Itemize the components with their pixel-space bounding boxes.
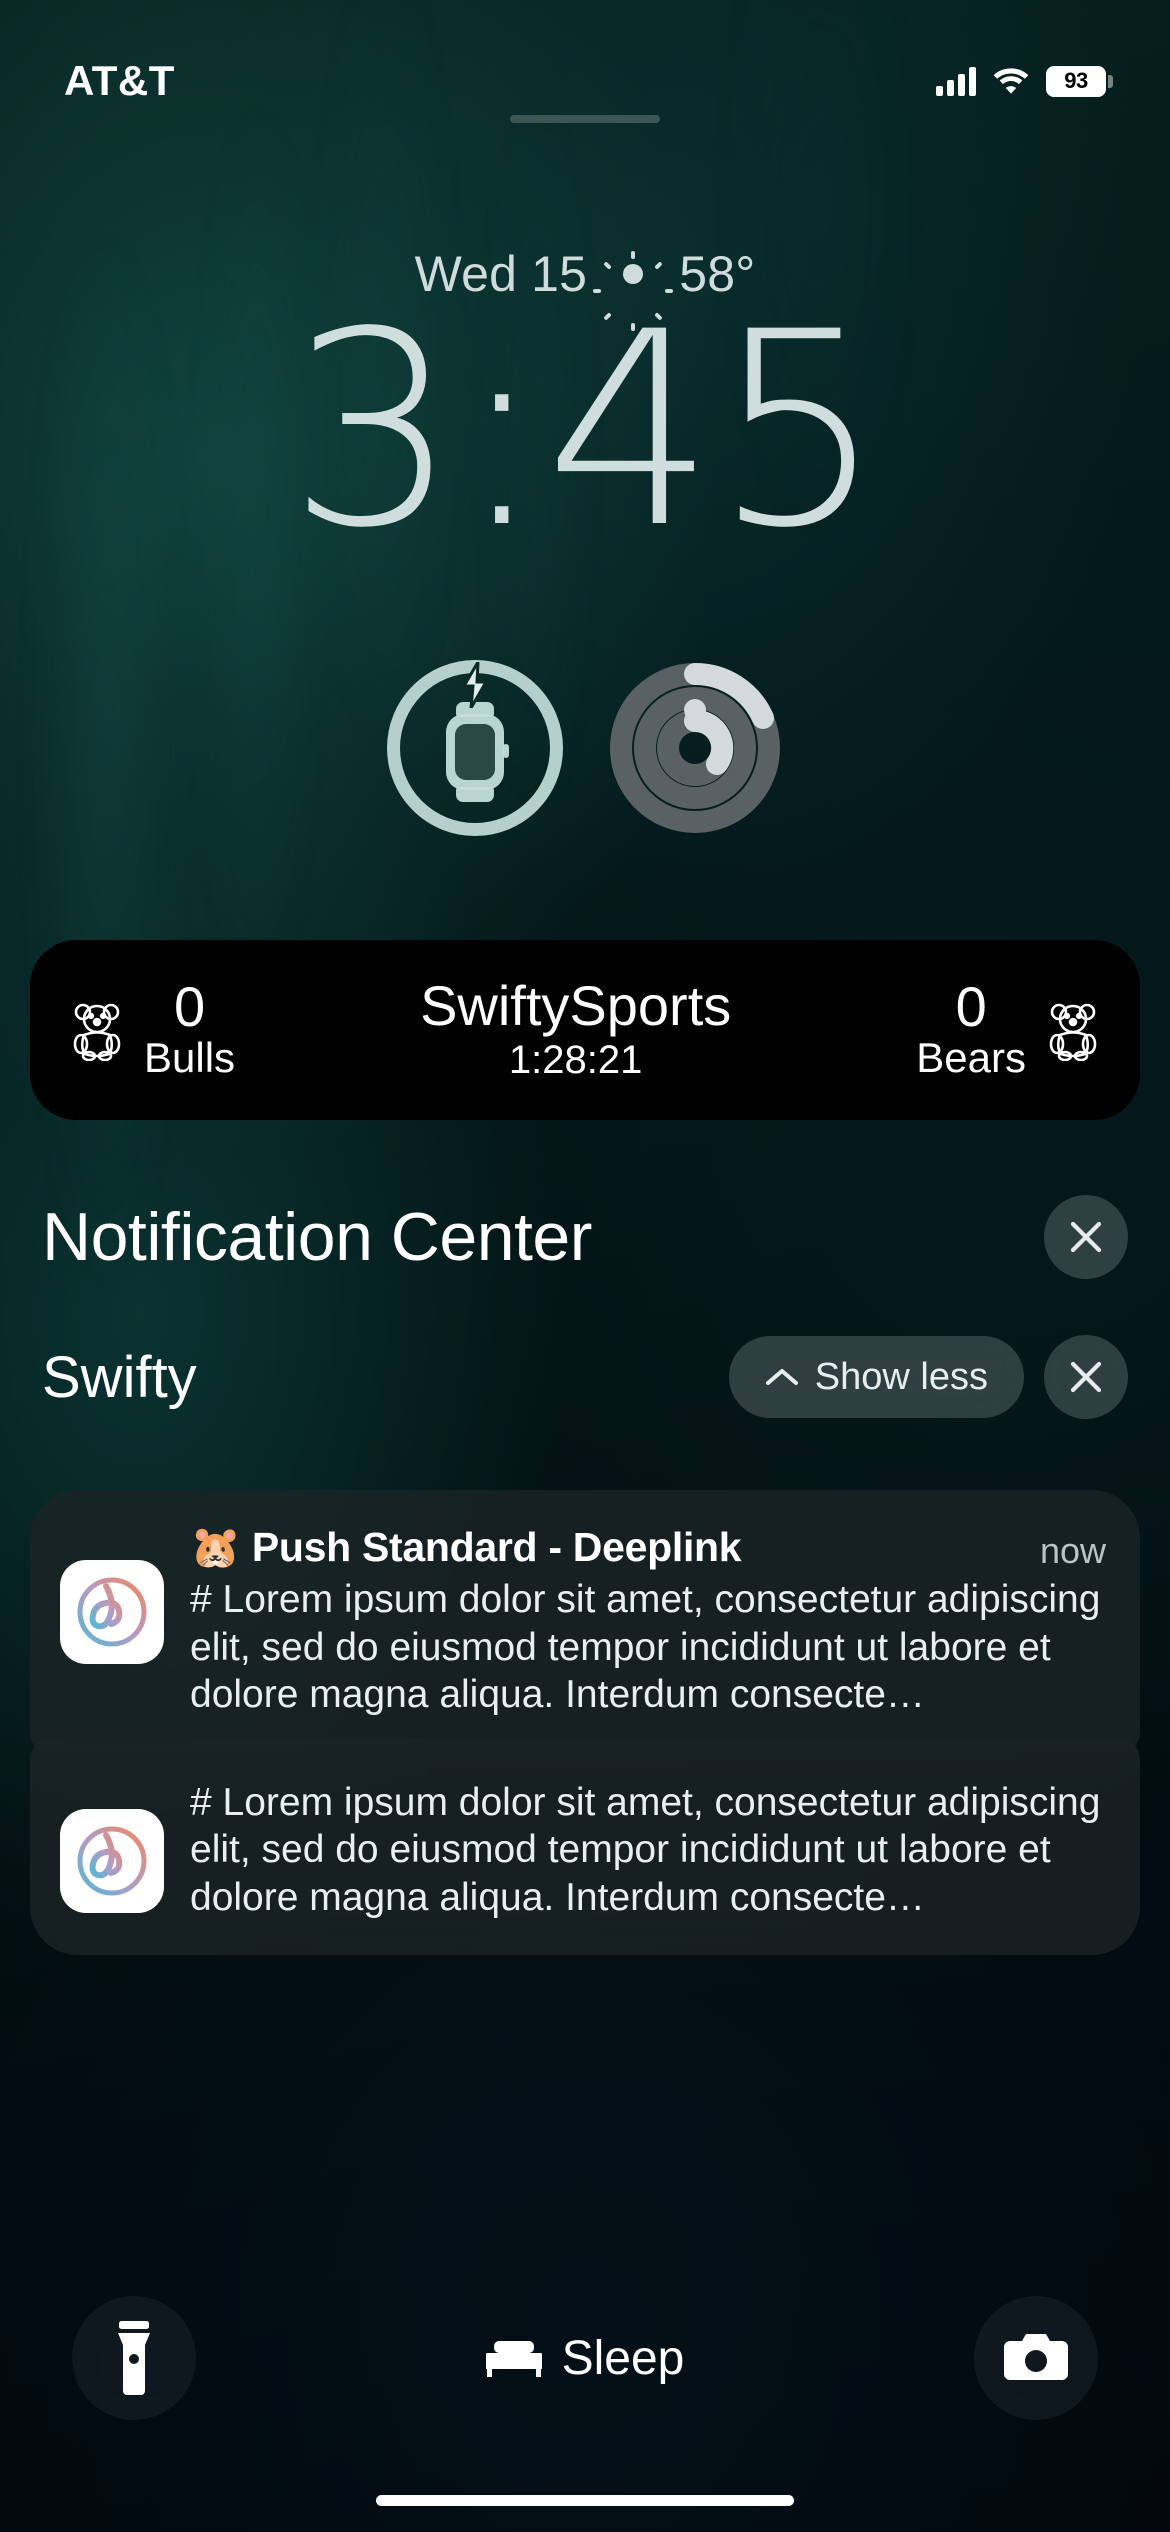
clear-group-button[interactable] [1044,1335,1128,1419]
notification-group-title: Swifty [42,1344,197,1410]
notification-center-header: Notification Center [0,1195,1170,1279]
flashlight-button[interactable] [72,2296,196,2420]
bottom-controls: Sleep [0,2296,1170,2420]
home-team-name: Bulls [144,1034,236,1082]
notification-content: # Lorem ipsum dolor sit amet, consectetu… [190,1773,1106,1922]
chevron-up-icon [765,1369,798,1385]
dynamic-island-indicator [510,115,660,123]
activity-rings-widget[interactable] [607,660,783,836]
watch-charging-icon [446,713,509,790]
charging-bolt-icon [461,662,489,708]
focus-status[interactable]: Sleep [485,2331,685,2386]
clear-all-notifications-button[interactable] [1044,1195,1128,1279]
sun-icon [593,250,674,331]
notification-group-header: Swifty Show less [0,1335,1170,1419]
clock-time: 3:45 [288,275,884,587]
notification-stack: 🐹 Push Standard - Deeplink now # Lorem i… [30,1490,1140,1956]
page-title: Notification Center [42,1199,592,1275]
watch-battery-widget[interactable] [387,660,563,836]
notification-top-row: 🐹 Push Standard - Deeplink now [190,1524,1106,1572]
live-activity-banner[interactable]: 0 Bulls SwiftySports 1:28:21 0 Bears [30,940,1140,1120]
notification-item[interactable]: 🐹 Push Standard - Deeplink now # Lorem i… [30,1490,1140,1753]
widget-row [0,660,1170,836]
flashlight-icon [118,2321,150,2395]
live-activity-away: 0 Bears [916,978,1104,1081]
show-less-label: Show less [814,1355,988,1398]
away-score: 0 [955,975,987,1039]
live-activity-timer: 1:28:21 [508,1037,643,1082]
away-team-name: Bears [916,1034,1026,1082]
activity-rings-icon [610,662,780,833]
cellular-bars-icon [936,66,976,96]
away-team-block: 0 Bears [916,978,1026,1081]
camera-button[interactable] [973,2296,1098,2420]
lock-screen: AT&T 93 Wed 15 58° 3:45 0 Bulls SwiftySp… [0,0,1170,2532]
notification-content: 🐹 Push Standard - Deeplink now # Lorem i… [190,1524,1106,1719]
focus-label: Sleep [561,2331,685,2385]
close-icon [1070,1361,1102,1393]
bed-icon [485,2341,542,2377]
home-team-block: 0 Bulls [144,978,235,1081]
notification-body: # Lorem ipsum dolor sit amet, consectetu… [190,1578,1101,1717]
show-less-button[interactable]: Show less [728,1336,1024,1418]
battery-indicator: 93 [1046,65,1113,97]
carrier-label: AT&T [64,57,175,104]
live-activity-home: 0 Bulls [66,978,235,1081]
wifi-icon [992,67,1030,95]
battery-percent-label: 93 [1064,68,1088,93]
live-activity-title: SwiftySports [420,974,732,1038]
notification-item[interactable]: # Lorem ipsum dolor sit amet, consectetu… [30,1738,1140,1956]
notification-body: # Lorem ipsum dolor sit amet, consectetu… [190,1780,1101,1919]
swifty-app-icon [60,1560,164,1664]
home-indicator[interactable] [376,2495,794,2506]
notification-title: 🐹 Push Standard - Deeplink [190,1524,742,1570]
teddy-bear-icon [73,1003,121,1061]
close-icon [1070,1221,1102,1253]
teddy-bear-icon [1049,1003,1097,1061]
home-score: 0 [173,975,206,1039]
live-activity-center: SwiftySports 1:28:21 [235,974,916,1083]
notification-timestamp: now [1039,1530,1106,1571]
status-bar-indicators: 93 [936,44,1113,97]
swifty-app-icon [60,1808,164,1913]
camera-icon [1003,2334,1068,2380]
date-time-block[interactable]: Wed 15 58° 3:45 [0,245,1170,587]
